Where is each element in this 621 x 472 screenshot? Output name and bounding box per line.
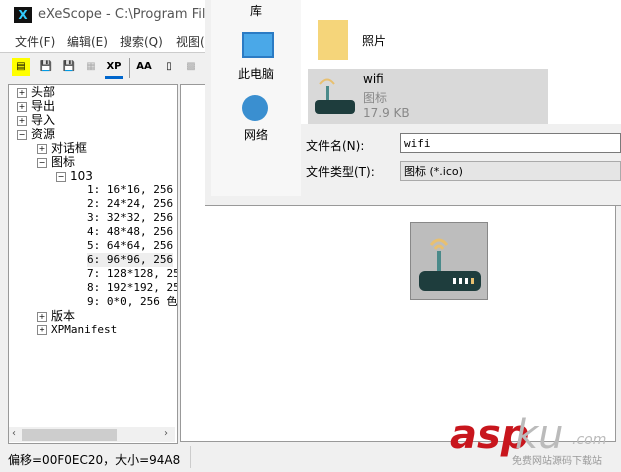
tree-node-icon-entry[interactable]: 2: 24*24, 256	[87, 197, 173, 211]
expand-icon[interactable]: +	[37, 311, 47, 322]
wifi-router-icon	[419, 238, 481, 291]
expand-icon[interactable]: +	[17, 115, 27, 126]
network-icon	[242, 95, 268, 121]
menu-view[interactable]: 视图(	[176, 33, 205, 50]
file-size: 17.9 KB	[363, 106, 410, 120]
new-icon[interactable]: ▤	[12, 58, 30, 76]
status-divider	[190, 446, 191, 468]
tree-node-icon-entry[interactable]: 7: 128*128, 25	[87, 267, 177, 281]
icon-preview	[410, 222, 488, 300]
file-type: 图标	[363, 91, 388, 105]
status-text: 偏移=00F0EC20，大小=94A8	[8, 453, 181, 467]
node-label: 头部	[31, 85, 56, 99]
toolbar-separator	[129, 58, 130, 78]
expand-icon[interactable]: +	[37, 143, 47, 154]
node-label: 103	[70, 169, 93, 183]
tree-node-icon-entry[interactable]: 8: 192*192, 25	[87, 281, 177, 295]
tree-node-resources[interactable]: − 资源	[17, 127, 55, 141]
tree-node-icon-entry[interactable]: 1: 16*16, 256	[87, 183, 173, 197]
scroll-left-icon[interactable]: ‹	[12, 428, 16, 439]
menu-file[interactable]: 文件(F)	[15, 33, 55, 50]
xp-manifest-icon[interactable]: XP	[105, 58, 123, 79]
node-label: 对话框	[51, 141, 88, 155]
node-label: 版本	[51, 309, 76, 323]
collapse-icon[interactable]: −	[17, 129, 27, 140]
tree-node-version[interactable]: + 版本	[37, 309, 75, 323]
tree-node-xpmanifest[interactable]: + XPManifest	[37, 323, 117, 337]
image-icon[interactable]: ▩	[182, 58, 200, 76]
tree-node-icon-entry[interactable]: 9: 0*0, 256 色	[87, 295, 177, 309]
save-export-icon[interactable]: 💾	[37, 58, 55, 76]
node-label: 资源	[31, 127, 56, 141]
node-label: XPManifest	[51, 323, 118, 336]
filetype-label: 文件类型(T):	[306, 165, 375, 179]
node-label: 导出	[31, 99, 56, 113]
font-icon[interactable]: AA	[135, 58, 153, 76]
filetype-select[interactable]: 图标 (*.ico)	[400, 161, 621, 181]
watermark-com: .com	[572, 432, 607, 448]
nav-this-pc[interactable]: 此电脑	[211, 65, 301, 82]
tree-node-icons[interactable]: − 图标	[37, 155, 75, 169]
tree-node-imports[interactable]: + 导入	[17, 113, 55, 127]
expand-icon[interactable]: +	[37, 325, 47, 335]
tree-node-icon-entry[interactable]: 4: 48*48, 256	[87, 225, 173, 239]
wifi-file-icon	[315, 78, 355, 114]
tree-node-icon-entry[interactable]: 3: 32*32, 256	[87, 211, 173, 225]
nav-network[interactable]: 网络	[211, 126, 301, 143]
watermark-tagline: 免费网站源码下载站	[512, 456, 602, 467]
tree-node-103[interactable]: −103	[56, 169, 93, 183]
binary-icon[interactable]: ▯	[160, 58, 178, 76]
filename-label: 文件名(N):	[306, 139, 365, 153]
menu-edit[interactable]: 编辑(E)	[67, 33, 108, 50]
scrollbar-thumb[interactable]	[22, 429, 117, 441]
node-label: 图标	[51, 155, 76, 169]
tree-node-header[interactable]: + 头部	[17, 85, 55, 99]
file-name: wifi	[363, 72, 384, 86]
collapse-icon[interactable]: −	[56, 171, 66, 182]
computer-icon	[242, 32, 274, 58]
tree-node-dialogs[interactable]: + 对话框	[37, 141, 87, 155]
folder-icon	[318, 20, 348, 60]
collapse-icon[interactable]: −	[37, 157, 47, 168]
tree-node-exports[interactable]: + 导出	[17, 99, 55, 113]
expand-icon[interactable]: +	[17, 87, 27, 98]
save-import-icon[interactable]: 💾	[60, 58, 78, 76]
expand-icon[interactable]: +	[17, 101, 27, 112]
tree-node-icon-entry[interactable]: 5: 64*64, 256	[87, 239, 173, 253]
copy-icon[interactable]: ▦	[82, 58, 100, 76]
nav-library[interactable]: 库	[211, 2, 301, 19]
node-label: 导入	[31, 113, 56, 127]
app-icon: X	[14, 7, 32, 23]
resource-tree[interactable]: + 头部 + 导出 + 导入 − 资源 + 对话框 − 图标 −103 1: 16*16, …	[8, 84, 178, 444]
scroll-right-icon[interactable]: ›	[164, 428, 168, 439]
filename-input[interactable]: wifi	[400, 133, 621, 153]
tree-node-icon-entry[interactable]: 6: 96*96, 256	[87, 253, 174, 267]
file-photos[interactable]: 照片	[362, 32, 386, 49]
window-title: eXeScope - C:\Program Files	[38, 7, 221, 22]
menu-search[interactable]: 搜索(Q)	[120, 33, 163, 50]
